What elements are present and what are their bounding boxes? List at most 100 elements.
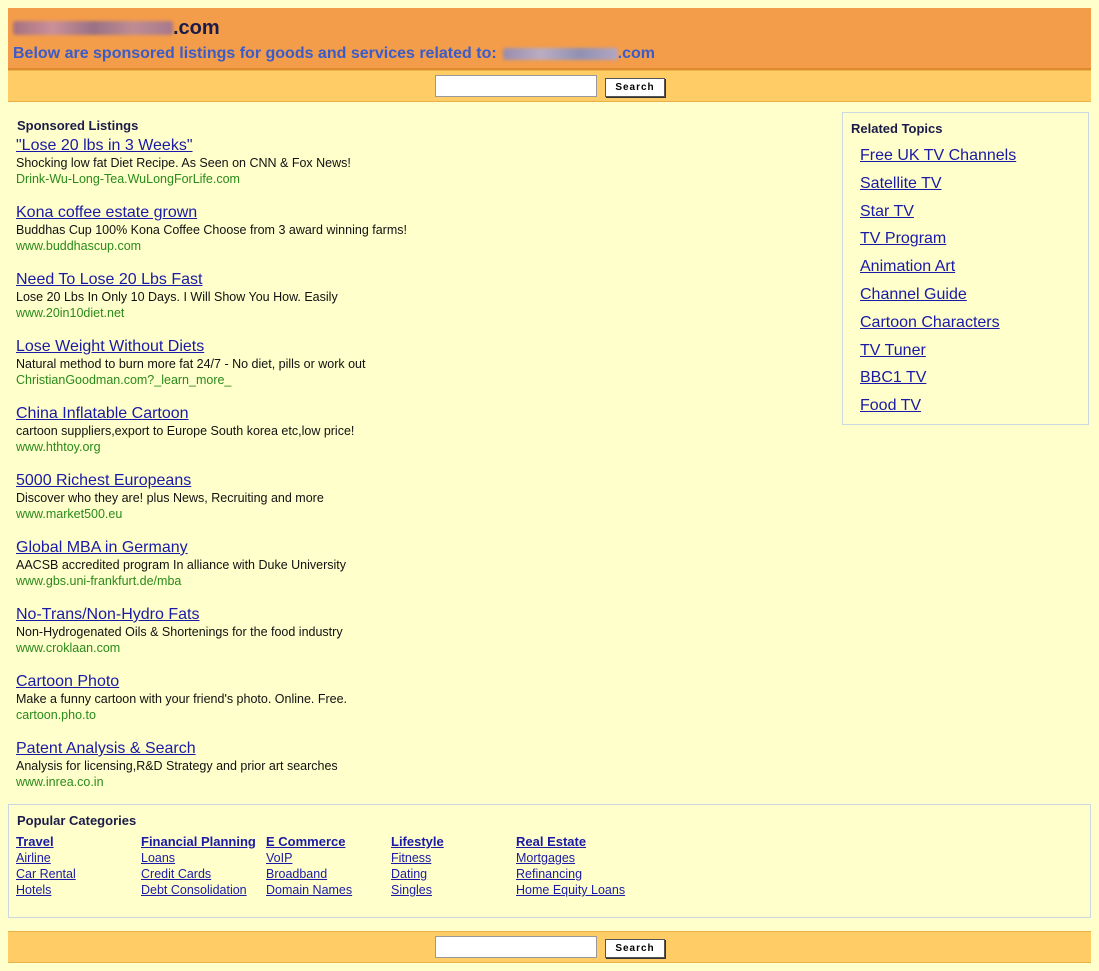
related-topic-link[interactable]: Satellite TV bbox=[860, 175, 942, 192]
related-domain-tld: .com bbox=[617, 45, 656, 62]
bottom-search-button[interactable]: Search bbox=[605, 939, 665, 958]
ad-url[interactable]: www.buddhascup.com bbox=[16, 238, 816, 254]
ad-title-link[interactable]: Lose Weight Without Diets bbox=[16, 338, 816, 356]
category-item-link[interactable]: Loans bbox=[141, 850, 266, 866]
related-topic-item: Satellite TV bbox=[860, 175, 1016, 203]
ad-description: Shocking low fat Diet Recipe. As Seen on… bbox=[16, 156, 351, 170]
top-search-input[interactable] bbox=[435, 75, 597, 97]
related-topic-link[interactable]: Cartoon Characters bbox=[860, 314, 1000, 331]
ad-listing: Global MBA in Germany AACSB accredited pr… bbox=[16, 539, 816, 589]
related-topic-item: BBC1 TV bbox=[860, 369, 1016, 397]
category-heading-link[interactable]: Lifestyle bbox=[391, 834, 516, 850]
category-item-link[interactable]: Credit Cards bbox=[141, 866, 266, 882]
page-header: .com Below are sponsored listings for go… bbox=[8, 8, 1091, 70]
ad-listing: No-Trans/Non-Hydro Fats Non-Hydrogenated … bbox=[16, 606, 816, 656]
ad-url[interactable]: www.gbs.uni-frankfurt.de/mba bbox=[16, 573, 816, 589]
ad-title-link[interactable]: "Lose 20 lbs in 3 Weeks" bbox=[16, 137, 816, 155]
category-item-link[interactable]: Broadband bbox=[266, 866, 391, 882]
related-topic-link[interactable]: TV Tuner bbox=[860, 342, 926, 359]
ad-url[interactable]: ChristianGoodman.com?_learn_more_ bbox=[16, 372, 816, 388]
category-item-link[interactable]: Fitness bbox=[391, 850, 516, 866]
ad-title-link[interactable]: No-Trans/Non-Hydro Fats bbox=[16, 606, 816, 624]
ad-title-link[interactable]: Kona coffee estate grown bbox=[16, 204, 816, 222]
ad-listing: Lose Weight Without Diets Natural method … bbox=[16, 338, 816, 388]
category-item-link[interactable]: Dating bbox=[391, 866, 516, 882]
ad-description: Natural method to burn more fat 24/7 - N… bbox=[16, 357, 366, 371]
ad-description: Lose 20 Lbs In Only 10 Days. I Will Show… bbox=[16, 290, 338, 304]
related-topic-link[interactable]: Free UK TV Channels bbox=[860, 147, 1016, 164]
ad-url[interactable]: www.market500.eu bbox=[16, 506, 816, 522]
category-columns: Travel Airline Car Rental Hotels Financial P… bbox=[16, 834, 641, 898]
ad-title-link[interactable]: China Inflatable Cartoon bbox=[16, 405, 816, 423]
ad-listing: "Lose 20 lbs in 3 Weeks" Shocking low fat… bbox=[16, 137, 816, 187]
category-heading-link[interactable]: Financial Planning bbox=[141, 834, 266, 850]
top-search-button[interactable]: Search bbox=[605, 78, 665, 97]
related-topic-link[interactable]: BBC1 TV bbox=[860, 369, 926, 386]
ad-url[interactable]: www.inrea.co.in bbox=[16, 774, 816, 790]
ad-description: Discover who they are! plus News, Recrui… bbox=[16, 491, 324, 505]
category-item-link[interactable]: Mortgages bbox=[516, 850, 641, 866]
ad-listing: 5000 Richest Europeans Discover who they … bbox=[16, 472, 816, 522]
ad-title-link[interactable]: Cartoon Photo bbox=[16, 673, 816, 691]
popular-categories-panel: Popular Categories Travel Airline Car Rent… bbox=[8, 804, 1091, 918]
category-heading-link[interactable]: Travel bbox=[16, 834, 141, 850]
related-topic-link[interactable]: Food TV bbox=[860, 397, 921, 414]
category-item-link[interactable]: Refinancing bbox=[516, 866, 641, 882]
ad-listing: China Inflatable Cartoon cartoon supplier… bbox=[16, 405, 816, 455]
related-topics-panel: Related Topics Free UK TV Channels Satell… bbox=[842, 112, 1089, 425]
category-item-link[interactable]: VoIP bbox=[266, 850, 391, 866]
ad-description: cartoon suppliers,export to Europe South… bbox=[16, 424, 355, 438]
sponsored-listings: Sponsored Listings "Lose 20 lbs in 3 Wee… bbox=[16, 118, 816, 807]
ad-description: Analysis for licensing,R&D Strategy and … bbox=[16, 759, 338, 773]
related-topics-title: Related Topics bbox=[851, 121, 943, 136]
related-topic-link[interactable]: Channel Guide bbox=[860, 286, 967, 303]
bottom-search-input[interactable] bbox=[435, 936, 597, 958]
bottom-search-bar: Search bbox=[8, 931, 1091, 963]
ad-title-link[interactable]: 5000 Richest Europeans bbox=[16, 472, 816, 490]
related-topic-item: Star TV bbox=[860, 203, 1016, 231]
category-item-link[interactable]: Car Rental bbox=[16, 866, 141, 882]
top-search-bar: Search bbox=[8, 70, 1091, 102]
blurred-related-domain bbox=[502, 47, 618, 60]
category-item-link[interactable]: Domain Names bbox=[266, 882, 391, 898]
related-topic-link[interactable]: Animation Art bbox=[860, 258, 955, 275]
category-item-link[interactable]: Hotels bbox=[16, 882, 141, 898]
category-column: Travel Airline Car Rental Hotels bbox=[16, 834, 141, 898]
ad-listing: Cartoon Photo Make a funny cartoon with y… bbox=[16, 673, 816, 723]
category-item-link[interactable]: Singles bbox=[391, 882, 516, 898]
related-topic-link[interactable]: TV Program bbox=[860, 230, 946, 247]
related-topic-item: TV Tuner bbox=[860, 342, 1016, 370]
related-topics-list: Free UK TV Channels Satellite TV Star TV TV… bbox=[860, 147, 1016, 425]
ad-url[interactable]: cartoon.pho.to bbox=[16, 707, 816, 723]
category-item-link[interactable]: Home Equity Loans bbox=[516, 882, 641, 898]
ad-title-link[interactable]: Patent Analysis & Search bbox=[16, 740, 816, 758]
ad-url[interactable]: www.croklaan.com bbox=[16, 640, 816, 656]
ad-url[interactable]: Drink-Wu-Long-Tea.WuLongForLife.com bbox=[16, 171, 816, 187]
ad-url[interactable]: www.hthtoy.org bbox=[16, 439, 816, 455]
category-heading-link[interactable]: Real Estate bbox=[516, 834, 641, 850]
related-topic-item: Animation Art bbox=[860, 258, 1016, 286]
category-item-link[interactable]: Airline bbox=[16, 850, 141, 866]
ad-url[interactable]: www.20in10diet.net bbox=[16, 305, 816, 321]
ad-description: Non-Hydrogenated Oils & Shortenings for … bbox=[16, 625, 343, 639]
sponsored-listings-title: Sponsored Listings bbox=[17, 118, 139, 133]
ad-listing: Need To Lose 20 Lbs Fast Lose 20 Lbs In O… bbox=[16, 271, 816, 321]
sponsored-intro-text: Below are sponsored listings for goods a… bbox=[13, 45, 497, 62]
category-heading-link[interactable]: E Commerce bbox=[266, 834, 391, 850]
ad-description: Buddhas Cup 100% Kona Coffee Choose from… bbox=[16, 223, 407, 237]
ad-title-link[interactable]: Need To Lose 20 Lbs Fast bbox=[16, 271, 816, 289]
category-column: Lifestyle Fitness Dating Singles bbox=[391, 834, 516, 898]
category-column: E Commerce VoIP Broadband Domain Names bbox=[266, 834, 391, 898]
category-item-link[interactable]: Debt Consolidation bbox=[141, 882, 266, 898]
sponsored-intro: Below are sponsored listings for goods a… bbox=[13, 45, 655, 63]
category-column: Real Estate Mortgages Refinancing Home Equi… bbox=[516, 834, 641, 898]
related-topic-item: Channel Guide bbox=[860, 286, 1016, 314]
ad-description: AACSB accredited program In alliance wit… bbox=[16, 558, 346, 572]
ad-listing: Kona coffee estate grown Buddhas Cup 100%… bbox=[16, 204, 816, 254]
ad-list: "Lose 20 lbs in 3 Weeks" Shocking low fat… bbox=[16, 137, 816, 790]
related-topic-item: Food TV bbox=[860, 397, 1016, 425]
ad-title-link[interactable]: Global MBA in Germany bbox=[16, 539, 816, 557]
related-domain: .com bbox=[502, 45, 656, 63]
related-topic-link[interactable]: Star TV bbox=[860, 203, 914, 220]
ad-description: Make a funny cartoon with your friend's … bbox=[16, 692, 348, 706]
